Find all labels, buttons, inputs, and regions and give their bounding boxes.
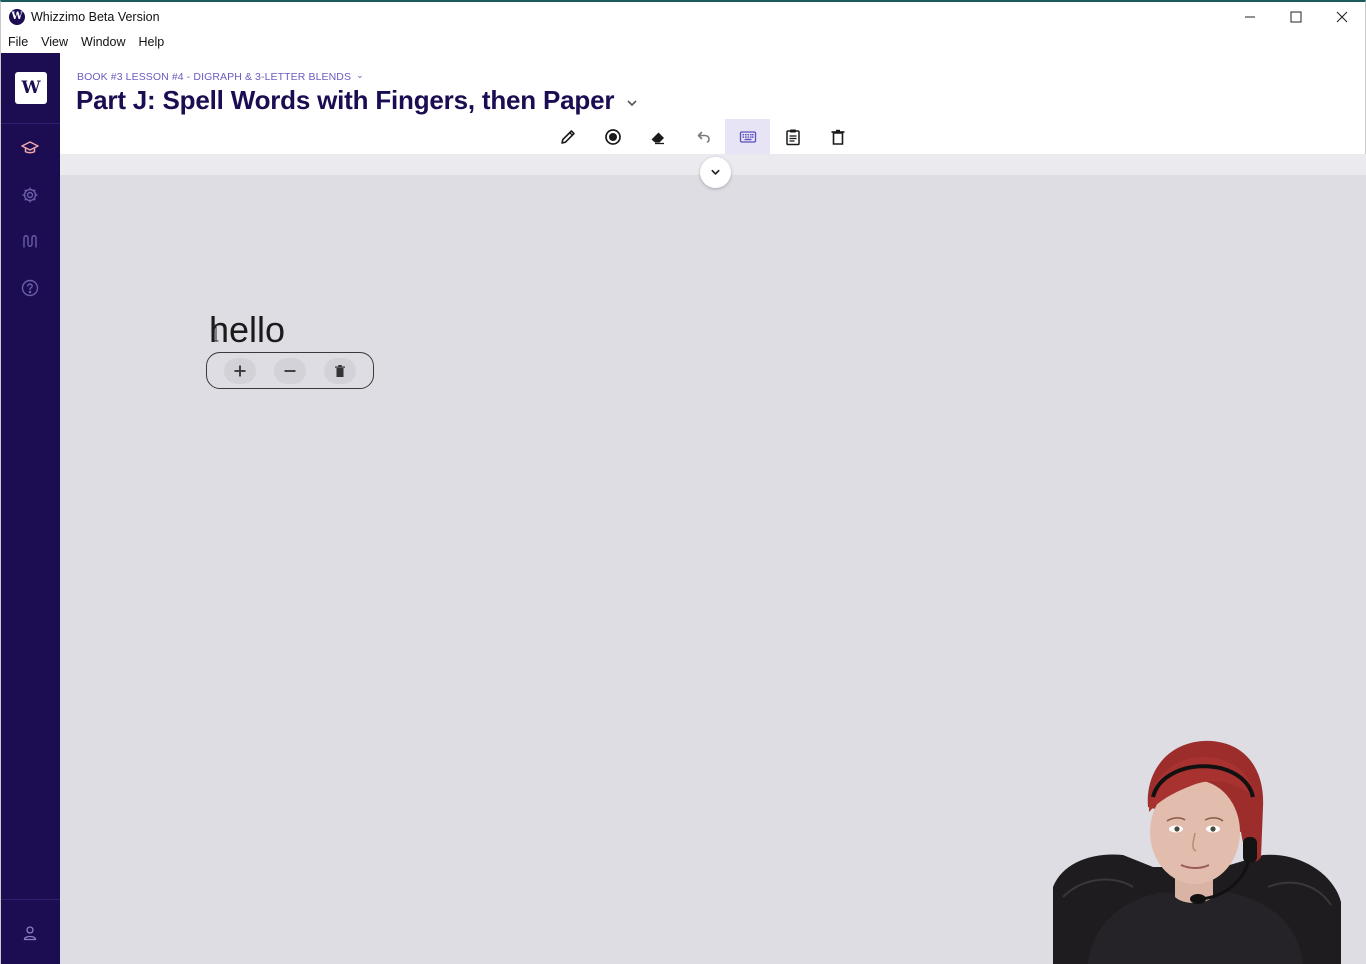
word-controls (206, 352, 374, 389)
sidebar-item-profile[interactable] (20, 923, 40, 943)
trash-icon (831, 129, 844, 145)
page-title[interactable]: Part J: Spell Words with Fingers, then P… (76, 85, 638, 116)
clear-all-button[interactable] (815, 119, 860, 154)
minimize-button[interactable] (1227, 2, 1273, 31)
chevron-down-icon: ⌄ (356, 70, 364, 80)
sidebar-item-routes[interactable] (20, 231, 40, 251)
close-button[interactable] (1319, 2, 1365, 31)
plus-icon (234, 365, 246, 376)
breadcrumb[interactable]: BOOK #3 LESSON #4 - DIGRAPH & 3-LETTER B… (77, 70, 364, 83)
route-icon (23, 235, 37, 248)
help-circle-icon (21, 279, 39, 297)
record-button[interactable] (590, 119, 635, 154)
chevron-down-icon (711, 169, 720, 175)
title-bar: W Whizzimo Beta Version (1, 2, 1365, 31)
trash-icon (335, 364, 345, 377)
undo-icon (697, 131, 710, 143)
presenter-image (1053, 740, 1341, 964)
window-controls (1227, 2, 1365, 31)
close-icon (1336, 11, 1348, 22)
sidebar-divider (1, 123, 60, 124)
eraser-icon (651, 132, 664, 144)
maximize-icon (1290, 11, 1302, 22)
menu-window[interactable]: Window (74, 35, 131, 49)
pencil-icon (560, 129, 575, 144)
menu-file[interactable]: File (1, 35, 34, 49)
whizzimo-logo[interactable]: W (15, 72, 47, 104)
i-beam-cursor-icon (213, 324, 219, 342)
sidebar-item-lessons[interactable] (20, 138, 40, 158)
expand-tray-button[interactable] (700, 157, 731, 188)
delete-word-button[interactable] (324, 357, 356, 384)
gear-icon (22, 187, 38, 203)
drawing-toolbar (545, 119, 860, 154)
clipboard-button[interactable] (770, 119, 815, 154)
menu-view[interactable]: View (34, 35, 74, 49)
undo-button[interactable] (680, 119, 725, 154)
app-logo-icon: W (9, 8, 25, 25)
eraser-tool-button[interactable] (635, 119, 680, 154)
app-window: W Whizzimo Beta Version File View Window… (0, 0, 1366, 964)
sidebar-item-settings[interactable] (20, 185, 40, 205)
decrease-size-button[interactable] (274, 357, 306, 384)
keyboard-tool-button[interactable] (725, 119, 770, 154)
sidebar-divider-bottom (1, 899, 60, 900)
graduation-cap-icon (21, 141, 39, 154)
maximize-button[interactable] (1273, 2, 1319, 31)
user-icon (23, 926, 37, 941)
breadcrumb-text: BOOK #3 LESSON #4 - DIGRAPH & 3-LETTER B… (77, 71, 352, 83)
pencil-tool-button[interactable] (545, 119, 590, 154)
webcam-presenter-video (1053, 737, 1343, 964)
clipboard-icon (785, 129, 800, 145)
page-title-text: Part J: Spell Words with Fingers, then P… (76, 85, 615, 115)
canvas-word[interactable]: hello (209, 309, 285, 351)
chevron-down-icon (626, 85, 638, 116)
keyboard-icon (739, 130, 756, 143)
window-title: Whizzimo Beta Version (31, 9, 160, 24)
sidebar-item-help[interactable] (20, 278, 40, 298)
sidebar: W (1, 53, 60, 964)
record-icon (604, 128, 621, 145)
minus-icon (284, 369, 296, 372)
menu-bar: File View Window Help (1, 31, 170, 53)
menu-help[interactable]: Help (132, 35, 171, 49)
minimize-icon (1245, 16, 1255, 17)
increase-size-button[interactable] (224, 357, 256, 384)
